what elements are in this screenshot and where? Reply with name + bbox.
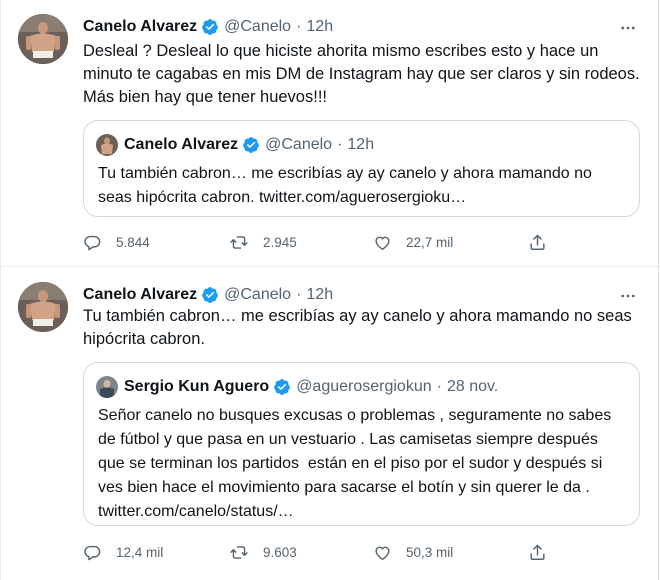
tweet-actions: 12,4 mil 9.603 50,3 mil — [83, 541, 563, 563]
separator: · — [436, 378, 442, 395]
tweet-actions: 5.844 2.945 22,7 mil — [83, 231, 563, 253]
author-name[interactable]: Canelo Alvarez — [83, 18, 197, 36]
retweet-button[interactable]: 2.945 — [229, 231, 297, 253]
quoted-text-line: Tu también cabron… me escribías ay ay ca… — [98, 165, 592, 182]
quoted-tweet-text: Tu también cabron… me escribías ay ay ca… — [98, 162, 625, 210]
reply-icon — [84, 235, 101, 250]
share-icon — [530, 544, 545, 560]
quoted-text-line: ves bien hace el movimiento para sacarse… — [98, 479, 590, 496]
reply-count: 12,4 mil — [116, 544, 164, 560]
tweet-text-line: Más bien hay que tener huevos!!! — [83, 88, 327, 106]
quoted-author-name: Sergio Kun Aguero — [124, 378, 270, 395]
tweet-header: Canelo Alvarez @Canelo · 12h — [83, 16, 333, 38]
avatar[interactable] — [18, 14, 68, 64]
reply-button[interactable]: 12,4 mil — [83, 541, 163, 563]
quoted-avatar — [96, 376, 118, 398]
quoted-text-line: twitter.com/canelo/status/… — [98, 503, 294, 520]
quoted-avatar — [96, 134, 118, 156]
like-count: 50,3 mil — [406, 544, 454, 560]
like-button[interactable]: 22,7 mil — [373, 231, 453, 253]
timestamp[interactable]: 12h — [306, 286, 333, 304]
verified-badge-icon — [274, 379, 291, 395]
tweet[interactable]: Canelo Alvarez @Canelo · 12h Tu también … — [1, 268, 660, 580]
quoted-timestamp: 12h — [347, 136, 375, 153]
retweet-icon — [230, 235, 248, 249]
reply-icon — [84, 545, 101, 560]
quoted-tweet-header: Canelo Alvarez @Canelo · 12h — [96, 133, 374, 157]
tweet[interactable]: Canelo Alvarez @Canelo · 12h Desleal ? D… — [1, 0, 660, 267]
tweet-text-line: minuto te cagabas en mis DM de Instagram… — [83, 65, 640, 83]
share-button[interactable] — [528, 541, 561, 563]
quoted-tweet-header: Sergio Kun Aguero @aguerosergiokun · 28 … — [96, 375, 498, 399]
quoted-tweet[interactable]: Canelo Alvarez @Canelo · 12h Tu también … — [83, 120, 640, 217]
author-handle[interactable]: @Canelo — [224, 286, 291, 304]
separator: · — [296, 18, 302, 35]
separator: · — [337, 136, 343, 153]
tweet-text-line: Tu también cabron… me escribías ay ay ca… — [83, 307, 632, 325]
retweet-count: 9.603 — [263, 544, 297, 560]
quoted-tweet-text: Señor canelo no busques excusas o proble… — [98, 404, 625, 524]
quoted-text-line: seas hipócrita cabron. twitter.com/aguer… — [98, 189, 467, 206]
quoted-author-handle: @Canelo — [265, 136, 333, 153]
verified-badge-icon — [202, 287, 218, 303]
reply-count: 5.844 — [116, 234, 150, 250]
like-icon — [375, 236, 390, 250]
avatar[interactable] — [18, 282, 68, 332]
quoted-author-name: Canelo Alvarez — [124, 136, 239, 153]
tweet-text-line: hipócrita cabron. — [83, 330, 205, 348]
tweet-header: Canelo Alvarez @Canelo · 12h — [83, 284, 333, 306]
tweet-text-line: Desleal ? Desleal lo que hiciste ahorita… — [83, 42, 599, 60]
like-count: 22,7 mil — [406, 234, 454, 250]
author-handle[interactable]: @Canelo — [224, 18, 291, 36]
quoted-text-line: de fútbol y que pasa en un vestuario . L… — [98, 431, 598, 448]
share-icon — [530, 234, 545, 250]
author-name[interactable]: Canelo Alvarez — [83, 286, 197, 304]
like-icon — [375, 546, 390, 560]
more-icon[interactable] — [618, 286, 638, 306]
retweet-icon — [230, 545, 248, 559]
reply-button[interactable]: 5.844 — [83, 231, 150, 253]
verified-badge-icon — [243, 137, 259, 153]
quoted-author-handle: @aguerosergiokun — [296, 378, 432, 395]
retweet-button[interactable]: 9.603 — [229, 541, 297, 563]
quoted-text-line: que se terminan los partidos están en el… — [98, 455, 603, 472]
tweet-text: Desleal ? Desleal lo que hiciste ahorita… — [83, 40, 643, 109]
more-icon[interactable] — [618, 18, 638, 38]
quoted-tweet[interactable]: Sergio Kun Aguero @aguerosergiokun · 28 … — [83, 362, 640, 526]
like-button[interactable]: 50,3 mil — [373, 541, 453, 563]
share-button[interactable] — [528, 231, 561, 253]
tweet-text: Tu también cabron… me escribías ay ay ca… — [83, 305, 632, 351]
retweet-count: 2.945 — [263, 234, 297, 250]
timeline: Canelo Alvarez @Canelo · 12h Desleal ? D… — [0, 0, 660, 580]
timestamp[interactable]: 12h — [306, 18, 333, 36]
verified-badge-icon — [202, 19, 218, 35]
quoted-text-line: Señor canelo no busques excusas o proble… — [98, 407, 612, 424]
separator: · — [296, 286, 302, 303]
quoted-timestamp: 28 nov. — [446, 378, 499, 395]
